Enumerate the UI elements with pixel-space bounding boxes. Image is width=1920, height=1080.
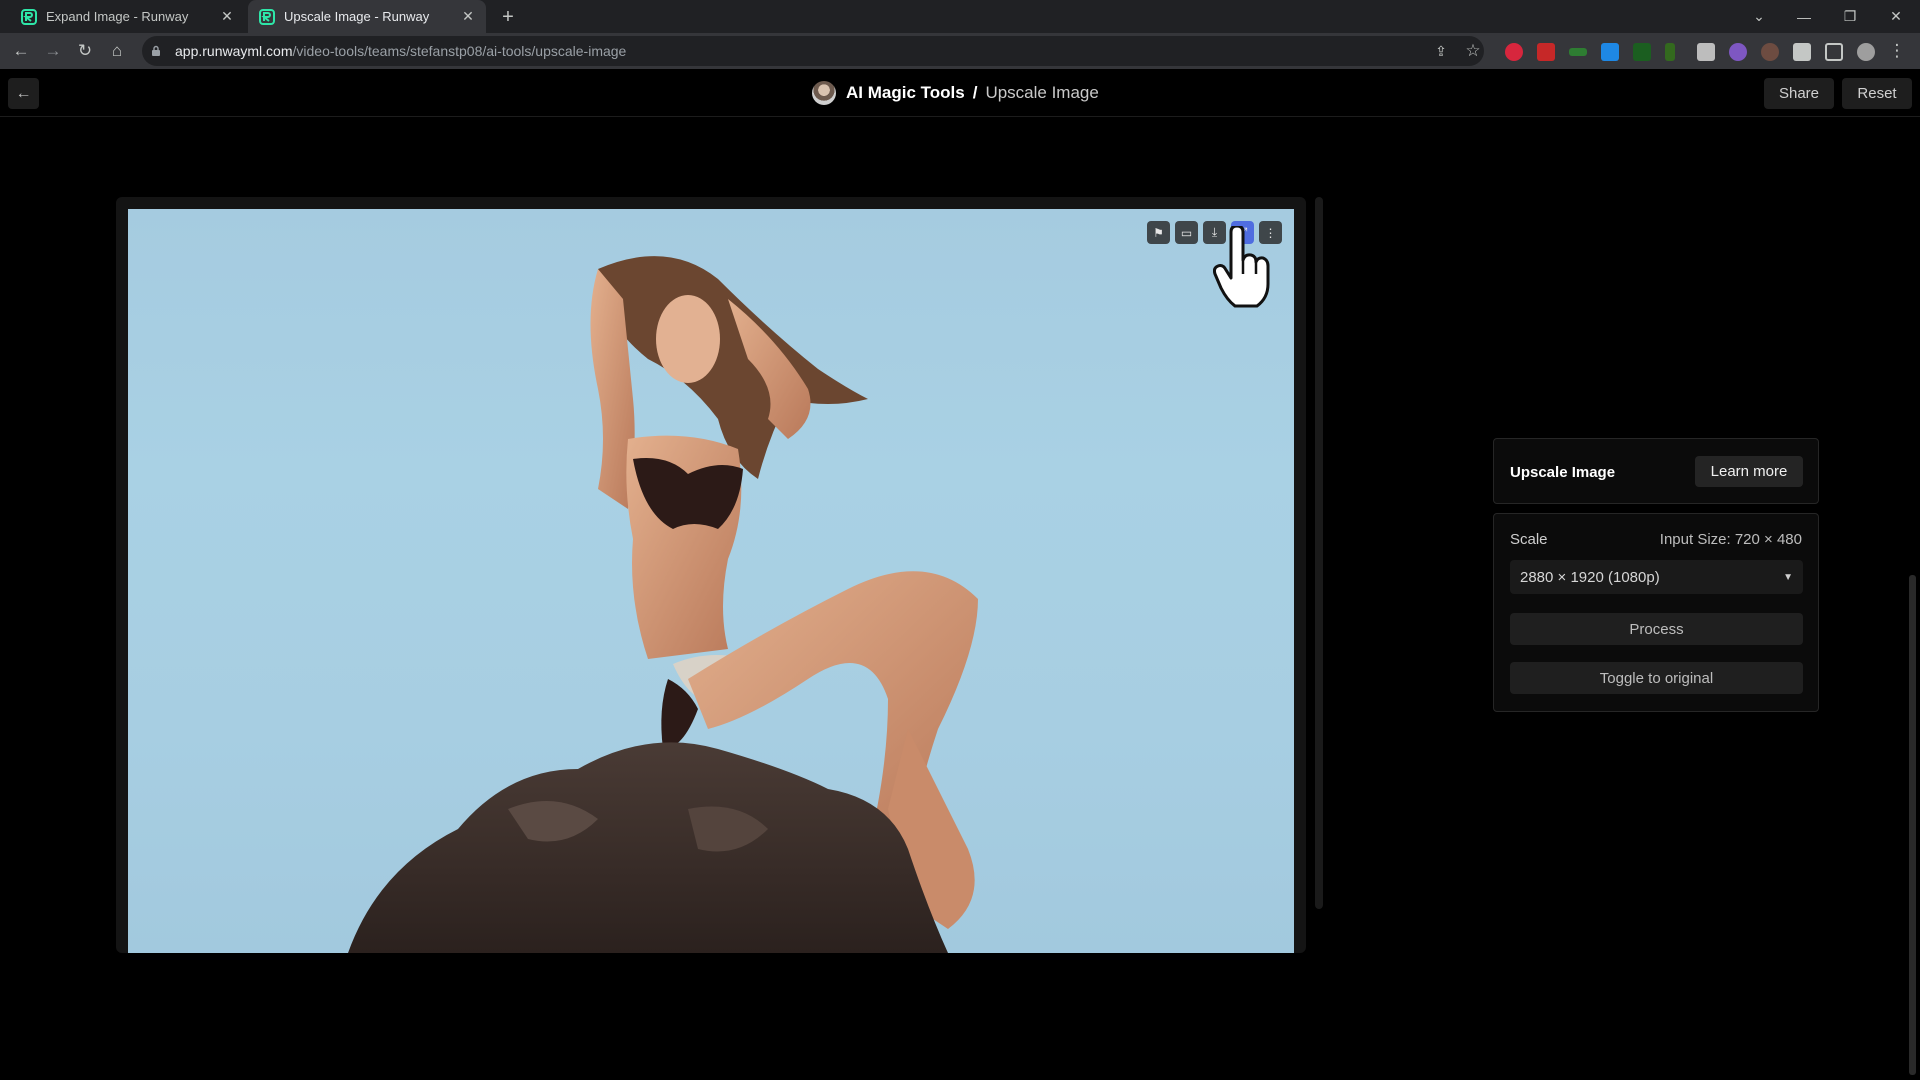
extension-icon[interactable] — [1729, 43, 1747, 61]
browser-toolbar: ← → ↻ ⌂ app.runwayml.com /video-tools/te… — [0, 33, 1920, 69]
scale-label: Scale — [1510, 531, 1548, 548]
folder-icon[interactable]: ▭ — [1175, 221, 1198, 244]
scale-select[interactable]: 2880 × 1920 (1080p) ▼ — [1510, 560, 1803, 594]
back-button[interactable]: ← — [8, 78, 39, 109]
tool-panel-header: Upscale Image Learn more — [1493, 438, 1819, 504]
download-extension-icon[interactable] — [1633, 43, 1651, 61]
browser-tab-upscale-image[interactable]: Upscale Image - Runway ✕ — [248, 0, 486, 33]
close-icon[interactable]: ✕ — [458, 7, 478, 27]
side-panel-icon[interactable] — [1825, 43, 1843, 61]
address-bar[interactable]: app.runwayml.com /video-tools/teams/stef… — [142, 36, 1484, 66]
back-arrow-icon[interactable]: ← — [8, 38, 34, 64]
share-page-icon[interactable]: ⇪ — [1428, 38, 1454, 64]
lock-icon — [152, 45, 160, 56]
breadcrumb: AI Magic Tools / Upscale Image — [812, 81, 1099, 105]
forward-arrow-icon[interactable]: → — [40, 38, 66, 64]
input-size-readout: Input Size: 720 × 480 — [1659, 531, 1802, 548]
toggle-original-button[interactable]: Toggle to original — [1510, 662, 1803, 694]
page-scrollbar[interactable] — [1909, 575, 1916, 1075]
runway-favicon-icon — [259, 8, 275, 25]
photo-illustration — [348, 256, 978, 953]
share-button[interactable]: Share — [1764, 78, 1834, 109]
browser-tabstrip: Expand Image - Runway ✕ Upscale Image - … — [0, 0, 1920, 33]
scale-select-value: 2880 × 1920 (1080p) — [1520, 568, 1660, 586]
adblock-extension-icon[interactable] — [1505, 43, 1523, 61]
tab-title: Upscale Image - Runway — [284, 9, 430, 24]
bookmark-star-icon[interactable]: ☆ — [1460, 38, 1486, 64]
process-button[interactable]: Process — [1510, 613, 1803, 645]
caret-down-icon: ▼ — [1783, 571, 1793, 583]
extension-icon[interactable] — [1601, 43, 1619, 61]
restore-icon[interactable]: ❐ — [1827, 0, 1873, 33]
tab-title: Expand Image - Runway — [46, 9, 189, 24]
hand-pointer-cursor-icon — [1213, 226, 1270, 308]
panel-title: Upscale Image — [1510, 464, 1616, 481]
new-tab-plus-icon[interactable]: + — [496, 5, 520, 29]
reload-icon[interactable]: ↻ — [72, 38, 98, 64]
canvas-scrollbar[interactable] — [1315, 197, 1323, 909]
breadcrumb-ai-magic-tools[interactable]: AI Magic Tools — [846, 83, 965, 103]
browser-tab-expand-image[interactable]: Expand Image - Runway ✕ — [10, 0, 245, 33]
upscaled-image[interactable] — [128, 209, 1294, 953]
lastpass-extension-icon[interactable] — [1537, 43, 1555, 61]
back-arrow-icon: ← — [15, 84, 32, 102]
extension-icon[interactable] — [1761, 43, 1779, 61]
avatar — [812, 81, 836, 105]
window-close-icon[interactable]: ✕ — [1873, 0, 1919, 33]
learn-more-button[interactable]: Learn more — [1695, 456, 1803, 487]
breadcrumb-separator: / — [972, 83, 978, 102]
close-icon[interactable]: ✕ — [217, 7, 237, 27]
tab-search-chevron-icon[interactable]: ⌄ — [1736, 0, 1782, 33]
runway-favicon-icon — [21, 8, 37, 25]
page-title: Upscale Image — [985, 83, 1099, 102]
url-path: /video-tools/teams/stefanstp08/ai-tools/… — [292, 43, 627, 59]
reset-button[interactable]: Reset — [1842, 78, 1912, 109]
tool-panel-settings: Scale Input Size: 720 × 480 2880 × 1920 … — [1493, 513, 1819, 712]
flag-icon[interactable]: ⚑ — [1147, 221, 1170, 244]
puzzle-extensions-icon[interactable] — [1793, 43, 1811, 61]
minimize-icon[interactable]: — — [1781, 0, 1827, 33]
app-header: ← AI Magic Tools / Upscale Image Share R… — [0, 69, 1920, 117]
home-icon[interactable]: ⌂ — [104, 38, 130, 64]
url-host: app.runwayml.com — [175, 43, 293, 59]
menu-kebab-icon[interactable]: ⋮ — [1887, 38, 1907, 64]
camera-extension-icon[interactable] — [1697, 43, 1715, 61]
extension-icon[interactable] — [1665, 43, 1675, 61]
profile-avatar-icon[interactable] — [1857, 43, 1875, 61]
extension-icon[interactable] — [1569, 48, 1587, 56]
